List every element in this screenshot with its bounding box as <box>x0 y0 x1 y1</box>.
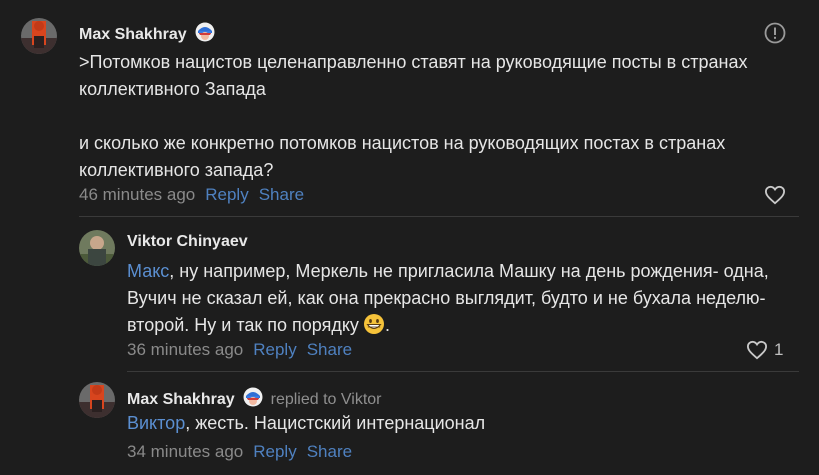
comment-body: >Потомков нацистов целенаправленно ставя… <box>79 49 779 184</box>
comment-text: , жесть. Нацистский интернационал <box>185 413 486 433</box>
reply-button[interactable]: Reply <box>253 442 296 461</box>
comment-paragraph: и сколько же конкретно потомков нацистов… <box>79 133 726 180</box>
divider <box>127 371 799 372</box>
comment-author[interactable]: Max Shakhray <box>79 22 215 47</box>
comment-author[interactable]: Viktor Chinyaev <box>127 233 248 251</box>
divider <box>79 216 799 217</box>
heart-icon <box>746 340 768 360</box>
captain-shield-badge-icon <box>195 22 215 47</box>
grinning-face-emoji-icon <box>363 313 385 343</box>
reply-button[interactable]: Reply <box>253 340 296 359</box>
share-button[interactable]: Share <box>307 442 352 461</box>
timestamp[interactable]: 36 minutes ago <box>127 340 243 359</box>
like-count: 1 <box>774 340 784 359</box>
comment-meta: 36 minutes ago Reply Share <box>127 340 352 360</box>
comment-author[interactable]: Max Shakhray replied to Viktor <box>127 387 381 412</box>
comment-paragraph: Виктор, жесть. Нацистский интернационал <box>127 410 787 437</box>
comment-text-end: . <box>384 315 390 335</box>
mention-link[interactable]: Виктор <box>127 413 185 433</box>
captain-shield-badge-icon <box>243 387 263 412</box>
avatar[interactable] <box>21 18 57 54</box>
comment-paragraph: Макс, ну например, Меркель не пригласила… <box>127 258 787 343</box>
comment-body: Макс, ну например, Меркель не пригласила… <box>127 258 787 343</box>
comment-text: , ну например, Меркель не пригласила Маш… <box>127 261 769 335</box>
comment-body: Виктор, жесть. Нацистский интернационал <box>127 410 787 437</box>
heart-icon <box>764 185 786 205</box>
author-name[interactable]: Viktor Chinyaev <box>127 233 248 250</box>
comment-meta: 34 minutes ago Reply Share <box>127 442 352 462</box>
comment-paragraph: >Потомков нацистов целенаправленно ставя… <box>79 52 748 99</box>
avatar[interactable] <box>79 230 115 266</box>
share-button[interactable]: Share <box>307 340 352 359</box>
author-name[interactable]: Max Shakhray <box>127 391 235 408</box>
like-button[interactable] <box>764 185 786 205</box>
reply-button[interactable]: Reply <box>205 185 248 204</box>
avatar[interactable] <box>79 382 115 418</box>
timestamp[interactable]: 46 minutes ago <box>79 185 195 204</box>
comment-meta: 46 minutes ago Reply Share <box>79 185 304 205</box>
share-button[interactable]: Share <box>259 185 304 204</box>
author-name[interactable]: Max Shakhray <box>79 26 187 43</box>
like-button[interactable]: 1 <box>746 340 783 360</box>
mention-link[interactable]: Макс <box>127 261 169 281</box>
replied-to-label[interactable]: replied to Viktor <box>271 391 382 408</box>
report-icon[interactable] <box>764 22 786 49</box>
timestamp[interactable]: 34 minutes ago <box>127 442 243 461</box>
